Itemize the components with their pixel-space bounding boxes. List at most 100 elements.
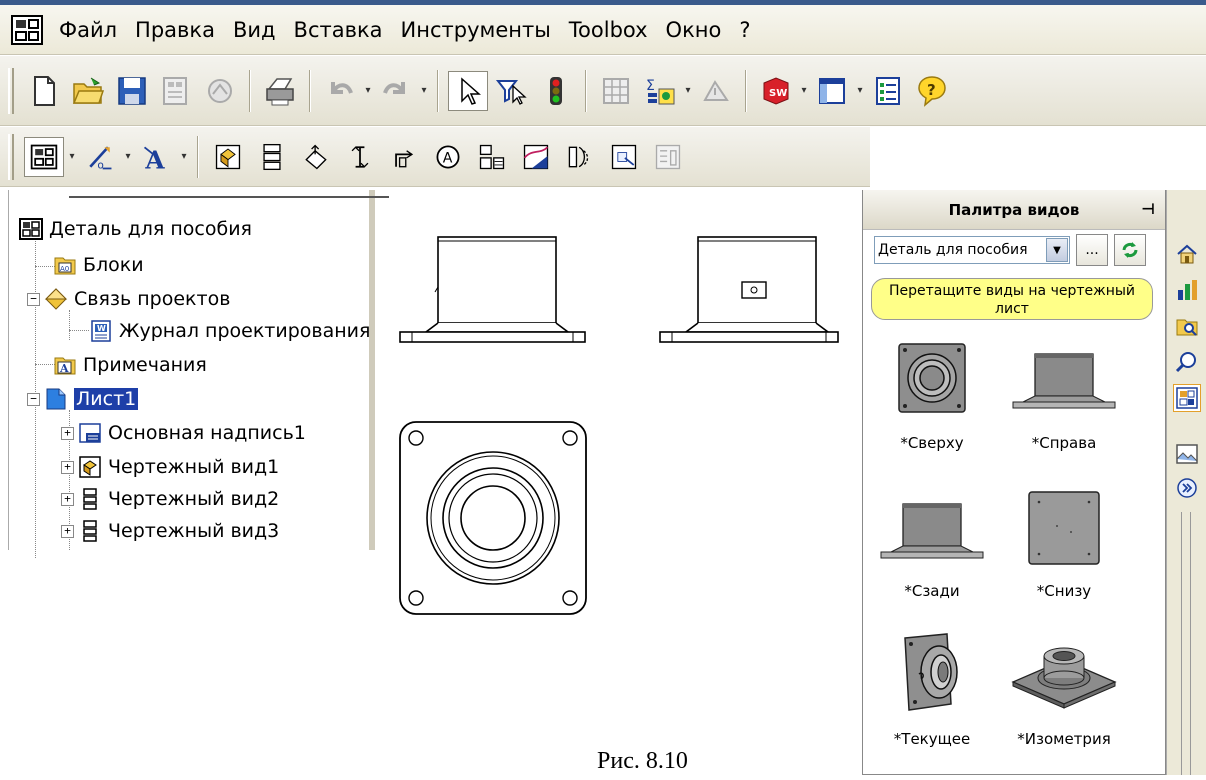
undo-button[interactable]: [320, 71, 360, 111]
standard-3-view-button[interactable]: [252, 137, 292, 177]
tab-expand[interactable]: [1173, 474, 1201, 502]
open-button[interactable]: [68, 71, 108, 111]
tab-view-palette[interactable]: [1173, 384, 1201, 412]
menu-view[interactable]: Вид: [224, 18, 285, 42]
print-button[interactable]: [260, 71, 300, 111]
text-format-dropdown[interactable]: ▾: [178, 137, 190, 177]
tab-resources[interactable]: [1173, 276, 1201, 304]
equation-icon: Σ: [646, 78, 675, 104]
section-view-button[interactable]: [384, 137, 424, 177]
empty-view-button[interactable]: [648, 137, 688, 177]
tree-root[interactable]: Деталь для пособия: [19, 214, 252, 244]
solidworks-button[interactable]: SW: [756, 71, 796, 111]
new-document-button[interactable]: [24, 71, 64, 111]
tree-item-drawing-view-3[interactable]: + Чертежный вид3: [61, 516, 279, 546]
expand-toggle[interactable]: +: [61, 524, 74, 538]
standard-3-view-icon: [263, 143, 281, 170]
equations-button[interactable]: Σ: [640, 71, 680, 111]
palette-view-bottom[interactable]: *Снизу: [999, 490, 1129, 640]
text-format-button[interactable]: A: [136, 137, 176, 177]
tab-appearances[interactable]: [1173, 440, 1201, 468]
drawing-view-right[interactable]: [658, 232, 843, 347]
tree-item-blocks[interactable]: A0 Блоки: [53, 250, 144, 280]
menu-help[interactable]: ?: [730, 18, 759, 42]
drawing-document-icon[interactable]: [10, 13, 44, 47]
grid-button[interactable]: [596, 71, 636, 111]
selection-filter-button[interactable]: [492, 71, 532, 111]
tab-search[interactable]: [1173, 348, 1201, 376]
palette-view-right[interactable]: *Справа: [999, 340, 1129, 490]
detail-view-button[interactable]: A: [428, 137, 468, 177]
collapse-toggle[interactable]: −: [27, 392, 40, 406]
open-folder-icon: [72, 77, 105, 104]
save-button[interactable]: [112, 71, 152, 111]
window-layout-dropdown[interactable]: ▾: [854, 71, 866, 111]
tab-file-explorer[interactable]: [1173, 312, 1201, 340]
drawing-document-icon: [19, 218, 43, 240]
menu-tools[interactable]: Инструменты: [392, 18, 560, 42]
tree-item-label: Связь проектов: [74, 288, 231, 310]
standard-toolbar: ▾ ▾ Σ ▾ SW ▾ ▾ ?: [0, 56, 1206, 126]
solidworks-dropdown[interactable]: ▾: [798, 71, 810, 111]
chevron-down-icon[interactable]: ▼: [1046, 238, 1068, 262]
model-view-button[interactable]: [208, 137, 248, 177]
crop-view-button[interactable]: [516, 137, 556, 177]
refresh-button[interactable]: [1114, 234, 1146, 266]
menu-file[interactable]: Файл: [50, 18, 126, 42]
drawing-sheet-button[interactable]: [24, 136, 64, 177]
expand-toggle[interactable]: +: [61, 492, 74, 506]
svg-text:o: o: [97, 159, 103, 171]
undo-icon: [331, 81, 353, 94]
publish-button[interactable]: [200, 71, 240, 111]
pane-scroll-track[interactable]: [1181, 512, 1191, 775]
crop-view-icon: [523, 144, 549, 169]
select-button[interactable]: [448, 70, 488, 111]
help-button[interactable]: ?: [912, 71, 952, 111]
menu-window[interactable]: Окно: [657, 18, 731, 42]
browse-button[interactable]: ...: [1076, 234, 1108, 266]
tree-item-title-block[interactable]: + Основная надпись1: [61, 418, 306, 448]
rebuild-button[interactable]: [696, 71, 736, 111]
alternate-position-button[interactable]: [560, 137, 600, 177]
auxiliary-view-button[interactable]: [340, 137, 380, 177]
tree-item-design-binder[interactable]: − Связь проектов: [27, 284, 230, 314]
traffic-light-button[interactable]: [536, 71, 576, 111]
palette-view-top[interactable]: *Сверху: [867, 340, 997, 490]
menu-insert[interactable]: Вставка: [285, 18, 392, 42]
tree-item-drawing-view-1[interactable]: + Чертежный вид1: [61, 452, 279, 482]
tree-item-design-journal[interactable]: W Журнал проектирования: [89, 316, 370, 346]
predefined-view-button[interactable]: [604, 137, 644, 177]
redo-dropdown[interactable]: ▾: [418, 71, 430, 111]
options-button[interactable]: [868, 71, 908, 111]
new-document-icon: [34, 75, 55, 106]
expand-toggle[interactable]: +: [61, 460, 74, 474]
palette-view-back[interactable]: *Сзади: [867, 490, 997, 640]
expand-toggle[interactable]: +: [61, 426, 74, 440]
tree-item-annotations[interactable]: A Примечания: [53, 350, 207, 380]
projected-view-icon: [305, 144, 327, 169]
palette-view-isometric[interactable]: *Изометрия: [999, 630, 1129, 780]
line-format-button[interactable]: o: [80, 137, 120, 177]
document-select[interactable]: Деталь для пособия ▼: [874, 236, 1070, 264]
equations-dropdown[interactable]: ▾: [682, 71, 694, 111]
broken-out-button[interactable]: [472, 137, 512, 177]
palette-view-current[interactable]: *Текущее: [867, 630, 997, 780]
print-setup-button[interactable]: [156, 71, 196, 111]
pin-icon[interactable]: ⊣: [1141, 200, 1155, 218]
projected-view-button[interactable]: [296, 137, 336, 177]
tab-home[interactable]: [1173, 240, 1201, 268]
menu-edit[interactable]: Правка: [126, 18, 224, 42]
menu-toolbox[interactable]: Toolbox: [560, 18, 657, 42]
tree-item-drawing-view-2[interactable]: + Чертежный вид2: [61, 484, 279, 514]
drawing-view-top[interactable]: [398, 420, 588, 618]
drawing-sheet-dropdown[interactable]: ▾: [66, 137, 78, 177]
redo-button[interactable]: [376, 71, 416, 111]
undo-dropdown[interactable]: ▾: [362, 71, 374, 111]
toolbar-grip[interactable]: [8, 67, 14, 114]
collapse-toggle[interactable]: −: [27, 292, 40, 306]
line-format-dropdown[interactable]: ▾: [122, 137, 134, 177]
tree-item-sheet[interactable]: − Лист1: [27, 384, 139, 414]
window-layout-button[interactable]: [812, 71, 852, 111]
drawing-view-front[interactable]: [398, 232, 588, 347]
toolbar-grip[interactable]: [8, 133, 14, 180]
